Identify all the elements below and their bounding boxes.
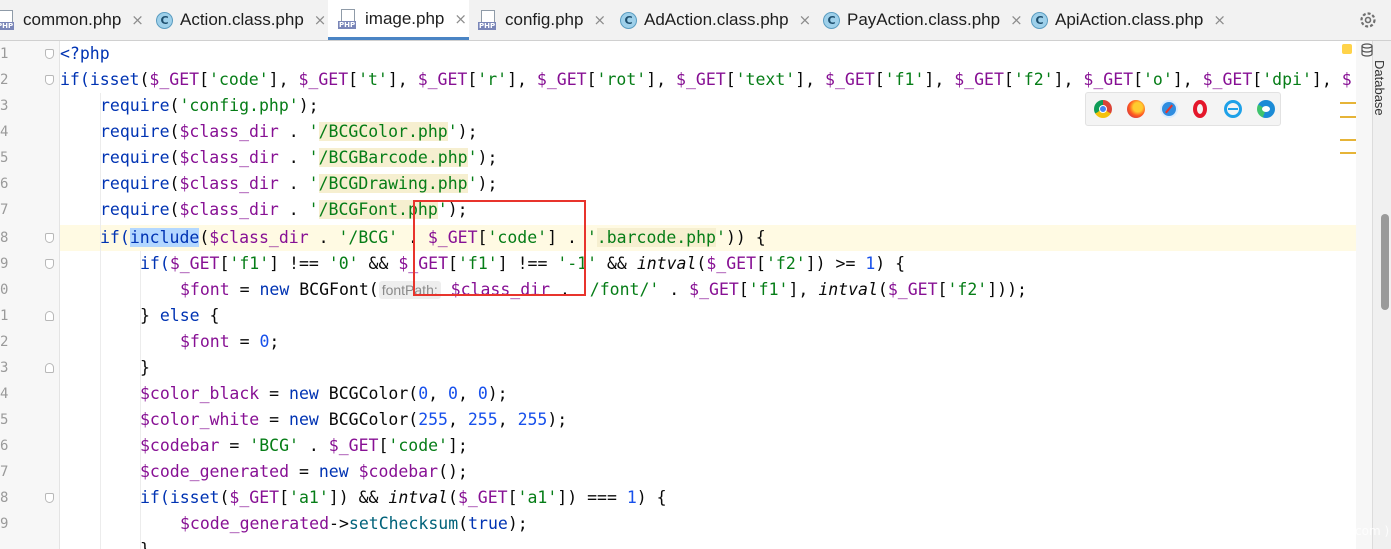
line-number: 3 [0, 98, 8, 114]
code-line: require($class_dir . '/BCGBarcode.php'); [100, 148, 498, 167]
code-line: if(isset($_GET['code'], $_GET['t'], $_GE… [60, 70, 1352, 89]
ie-icon[interactable] [1224, 100, 1242, 118]
fold-marker-icon[interactable] [45, 311, 54, 321]
chrome-icon[interactable] [1094, 100, 1112, 118]
code-line: $font = new BCGFont(fontPath: $class_dir… [180, 280, 1027, 299]
fold-marker-icon[interactable] [45, 233, 54, 243]
tab-config-php[interactable]: PHP config.php × [478, 0, 614, 40]
fold-marker-icon[interactable] [45, 75, 54, 85]
class-icon: C [1031, 11, 1048, 29]
line-number: 6 [0, 438, 8, 454]
php-file-icon: PHP [0, 10, 16, 30]
line-number: 3 [0, 360, 8, 376]
warning-marker[interactable] [1340, 102, 1356, 104]
inspection-status-icon[interactable] [1342, 44, 1352, 54]
tab-action-class-php[interactable]: C Action.class.php × [156, 0, 328, 40]
code-line: } [140, 358, 150, 377]
warning-marker[interactable] [1340, 116, 1356, 118]
code-line: } [140, 537, 150, 549]
code-line: <?php [60, 44, 110, 63]
vertical-scrollbar-thumb[interactable] [1381, 214, 1389, 310]
database-icon[interactable] [1361, 43, 1373, 57]
tab-payaction-class-php[interactable]: C PayAction.class.php × [823, 0, 1023, 40]
code-line: require($class_dir . '/BCGColor.php'); [100, 122, 478, 141]
tab-label: Action.class.php [180, 10, 304, 29]
tab-apiaction-class-php[interactable]: C ApiAction.class.php × [1031, 0, 1231, 40]
code-line: if(isset($_GET['a1']) && intval($_GET['a… [140, 488, 667, 507]
line-number: 9 [0, 256, 8, 272]
code-line: require('config.php'); [100, 96, 319, 115]
tab-image-php[interactable]: PHP image.php × [328, 0, 469, 40]
line-number: 8 [0, 490, 8, 506]
code-line: $color_black = new BCGColor(0, 0, 0); [140, 384, 508, 403]
close-icon[interactable]: × [799, 11, 812, 29]
line-number: 2 [0, 72, 8, 88]
editor-tab-bar: PHP common.php × C Action.class.php × PH… [0, 0, 1391, 41]
opera-icon[interactable] [1193, 100, 1207, 118]
close-icon[interactable]: × [593, 11, 606, 29]
code-line: $color_white = new BCGColor(255, 255, 25… [140, 410, 568, 429]
database-tool-label[interactable]: Database [1369, 60, 1387, 120]
class-icon: C [620, 11, 637, 29]
line-number: 7 [0, 464, 8, 480]
fold-marker-icon[interactable] [45, 363, 54, 373]
php-file-icon: PHP [338, 8, 358, 29]
class-icon: C [156, 11, 173, 29]
tab-adaction-class-php[interactable]: C AdAction.class.php × [620, 0, 820, 40]
highlight-annotation-box [413, 200, 586, 296]
tab-common-php[interactable]: PHP common.php × [0, 0, 148, 40]
watermark: 开发者 ( www.jimenwang.com ) [1205, 524, 1390, 538]
safari-icon[interactable] [1160, 100, 1178, 118]
close-icon[interactable]: × [454, 10, 467, 28]
gear-icon[interactable] [1358, 10, 1378, 30]
close-icon[interactable]: × [1010, 11, 1023, 29]
tab-label: PayAction.class.php [847, 10, 1001, 29]
line-number-gutter: 1 2 3 4 5 6 7 8 9 0 1 2 3 4 5 6 7 8 9 [0, 41, 60, 549]
tab-label: common.php [23, 10, 122, 29]
line-number: 4 [0, 124, 8, 140]
line-number: 5 [0, 412, 8, 428]
tab-label: image.php [365, 8, 445, 28]
warning-marker[interactable] [1340, 139, 1356, 141]
warning-marker[interactable] [1340, 152, 1356, 154]
line-number: 8 [0, 230, 8, 246]
line-number: 6 [0, 176, 8, 192]
line-number: 4 [0, 386, 8, 402]
code-line: $font = 0; [180, 332, 280, 351]
code-line: $code_generated->setChecksum(true); [180, 514, 528, 533]
class-icon: C [823, 11, 840, 29]
close-icon[interactable]: × [131, 11, 144, 29]
close-icon[interactable]: × [1213, 11, 1226, 29]
line-number: 1 [0, 46, 8, 62]
fold-marker-icon[interactable] [45, 493, 54, 503]
line-number: 5 [0, 150, 8, 166]
tab-label: config.php [505, 10, 584, 29]
tab-label: AdAction.class.php [644, 10, 789, 29]
line-number: 1 [0, 308, 8, 324]
fold-marker-icon[interactable] [45, 49, 54, 59]
code-line: require($class_dir . '/BCGDrawing.php'); [100, 174, 498, 193]
close-icon[interactable]: × [314, 11, 327, 29]
code-line: } else { [140, 306, 220, 325]
php-file-icon: PHP [478, 10, 498, 30]
edge-icon[interactable] [1257, 100, 1275, 118]
fold-marker-icon[interactable] [45, 259, 54, 269]
code-line: $codebar = 'BCG' . $_GET['code']; [140, 436, 468, 455]
line-number: 7 [0, 202, 8, 218]
line-number: 2 [0, 334, 8, 350]
browser-preview-bar [1085, 92, 1281, 126]
line-number: 0 [0, 282, 8, 298]
code-line: $code_generated = new $codebar(); [140, 462, 468, 481]
tab-label: ApiAction.class.php [1055, 10, 1204, 29]
firefox-icon[interactable] [1127, 100, 1145, 118]
line-number: 9 [0, 516, 8, 532]
